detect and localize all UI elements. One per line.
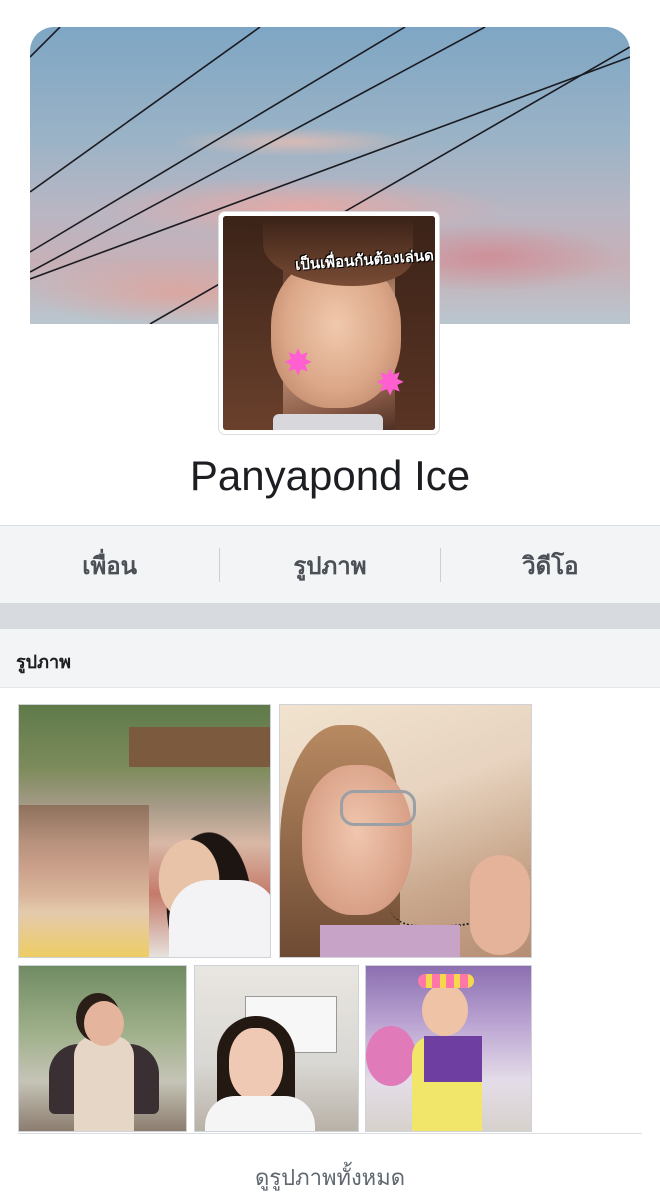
tab-friends[interactable]: เพื่อน bbox=[0, 546, 219, 585]
photo-detail bbox=[470, 855, 530, 955]
avatar-phone bbox=[273, 414, 383, 430]
photo-detail bbox=[74, 1036, 134, 1131]
photo-detail bbox=[205, 1096, 315, 1131]
profile-picture-image: ✸ ✸ เป็นเพื่อนกันต้องเล่นด bbox=[223, 216, 435, 430]
photo-thumbnail[interactable] bbox=[18, 965, 187, 1132]
tab-photos[interactable]: รูปภาพ bbox=[220, 546, 439, 585]
photo-detail bbox=[229, 1028, 283, 1100]
photo-detail bbox=[320, 925, 460, 957]
tab-videos[interactable]: วิดีโอ bbox=[441, 546, 660, 585]
sparkle-sticker-icon: ✸ bbox=[283, 343, 314, 384]
photo-detail bbox=[424, 1036, 482, 1082]
profile-nav-tabs: เพื่อน รูปภาพ วิดีโอ bbox=[0, 525, 660, 605]
photo-detail bbox=[366, 1026, 416, 1086]
photos-divider bbox=[18, 1133, 642, 1134]
photo-detail bbox=[84, 1001, 124, 1046]
see-all-photos-link[interactable]: ดูรูปภาพทั้งหมด bbox=[0, 1160, 660, 1195]
photo-thumbnail[interactable] bbox=[194, 965, 359, 1132]
photos-section-header: รูปภาพ bbox=[0, 629, 660, 688]
photo-detail bbox=[169, 880, 270, 957]
photo-thumbnail[interactable] bbox=[18, 704, 271, 958]
photo-detail bbox=[340, 790, 416, 826]
photos-section-title: รูปภาพ bbox=[16, 652, 71, 673]
profile-name: Panyapond Ice bbox=[189, 452, 471, 499]
photo-detail bbox=[129, 727, 270, 767]
section-separator bbox=[0, 603, 660, 629]
photo-detail bbox=[19, 805, 149, 957]
sparkle-sticker-icon: ✸ bbox=[375, 363, 406, 404]
photo-thumbnail[interactable] bbox=[365, 965, 532, 1132]
photo-detail bbox=[418, 974, 474, 988]
profile-picture[interactable]: ✸ ✸ เป็นเพื่อนกันต้องเล่นด bbox=[219, 212, 439, 434]
photo-detail bbox=[422, 984, 468, 1036]
photo-thumbnail[interactable] bbox=[279, 704, 532, 958]
